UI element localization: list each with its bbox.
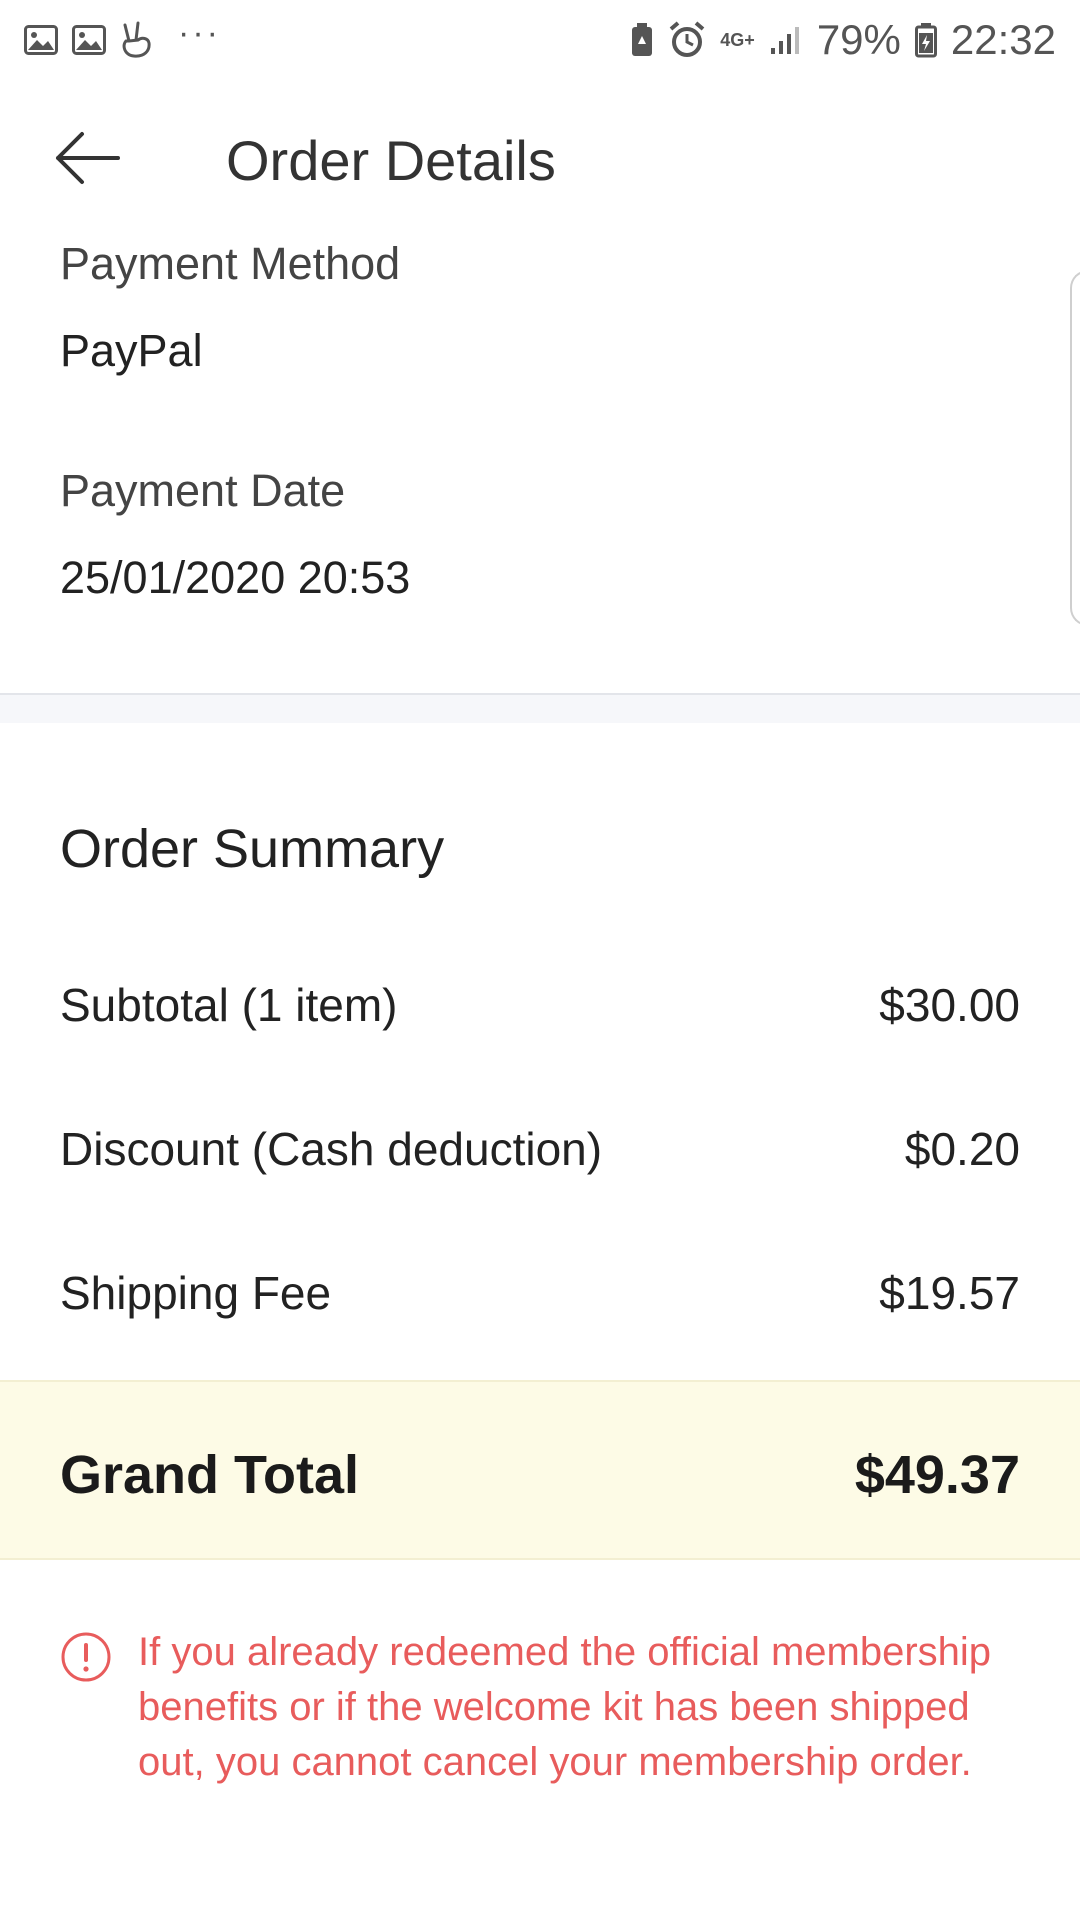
battery-saver-icon bbox=[630, 22, 654, 58]
payment-date-label: Payment Date bbox=[60, 465, 346, 516]
summary-row-value: $0.20 bbox=[904, 1123, 1020, 1175]
exclamation-circle-icon bbox=[60, 1631, 112, 1683]
summary-row-shipping: Shipping Fee $19.57 bbox=[60, 1266, 1020, 1320]
more-notifications-indicator: ··· bbox=[178, 14, 221, 52]
page-title: Order Details bbox=[226, 129, 556, 192]
battery-charging-icon bbox=[914, 22, 937, 58]
back-button[interactable] bbox=[52, 124, 124, 196]
section-divider bbox=[0, 693, 1080, 723]
arrow-left-icon bbox=[54, 130, 122, 191]
image-icon bbox=[72, 25, 106, 55]
summary-row-value: $30.00 bbox=[879, 979, 1020, 1031]
battery-percentage: 79% bbox=[816, 16, 901, 63]
grand-total-value: $49.37 bbox=[854, 1445, 1020, 1505]
status-bar: ··· 4G+ 79% 22:32 bbox=[0, 0, 1080, 80]
app-header: Order Details bbox=[0, 100, 1080, 220]
warning-text: If you already redeemed the official mem… bbox=[138, 1630, 992, 1784]
cancellation-warning: If you already redeemed the official mem… bbox=[60, 1625, 1020, 1790]
summary-row-discount: Discount (Cash deduction) $0.20 bbox=[60, 1122, 1020, 1176]
status-left: ··· bbox=[24, 16, 221, 59]
summary-row-label: Shipping Fee bbox=[60, 1267, 332, 1319]
payment-method-label: Payment Method bbox=[60, 238, 401, 289]
summary-row-value: $19.57 bbox=[879, 1267, 1020, 1319]
side-drawer-handle[interactable] bbox=[1070, 270, 1080, 626]
summary-row-label: Subtotal (1 item) bbox=[60, 979, 398, 1031]
image-icon bbox=[24, 25, 58, 55]
payment-method-value: PayPal bbox=[60, 325, 203, 376]
status-right: 4G+ 79% 22:32 bbox=[630, 16, 1056, 64]
payment-date-value: 25/01/2020 20:53 bbox=[60, 552, 411, 603]
network-type-label: 4G+ bbox=[720, 30, 755, 50]
signal-icon bbox=[769, 24, 803, 56]
summary-row-subtotal: Subtotal (1 item) $30.00 bbox=[60, 978, 1020, 1032]
grand-total-label: Grand Total bbox=[60, 1445, 360, 1505]
grand-total-bar: Grand Total $49.37 bbox=[0, 1380, 1080, 1560]
order-summary-title: Order Summary bbox=[60, 819, 445, 879]
victory-hand-icon bbox=[120, 21, 154, 59]
alarm-icon bbox=[668, 21, 706, 59]
clock: 22:32 bbox=[950, 16, 1056, 63]
summary-row-label: Discount (Cash deduction) bbox=[60, 1123, 603, 1175]
